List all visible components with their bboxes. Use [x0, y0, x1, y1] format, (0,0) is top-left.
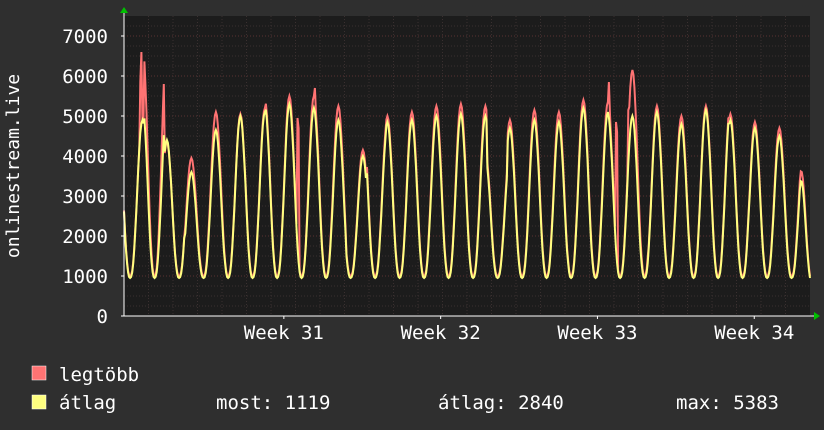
y-axis: 0 1000 2000 3000 4000 5000 6000 7000 [62, 26, 124, 328]
y-axis-arrow-icon [120, 7, 128, 13]
legend-label-legtobb: legtöbb [59, 364, 139, 386]
y-tick-label: 4000 [62, 146, 108, 168]
y-tick-label: 6000 [62, 66, 108, 88]
legend-swatch-atlag [31, 394, 47, 410]
x-tick-label: Week 31 [244, 322, 324, 344]
y-axis-label: onlinestream.live [3, 74, 24, 258]
y-tick-label: 0 [97, 306, 108, 328]
stat-atlag: átlag: 2840 [438, 392, 564, 414]
legend: legtöbb átlag [31, 364, 139, 414]
legend-swatch-legtobb [31, 365, 47, 381]
x-axis: Week 31 Week 32 Week 33 Week 34 [244, 316, 794, 344]
legend-label-atlag: átlag [59, 392, 116, 414]
y-tick-label: 1000 [62, 266, 108, 288]
y-tick-label: 5000 [62, 106, 108, 128]
x-tick-label: Week 32 [401, 322, 481, 344]
stat-max: max: 5383 [676, 392, 779, 414]
x-tick-label: Week 34 [714, 322, 794, 344]
y-tick-label: 3000 [62, 186, 108, 208]
x-axis-arrow-icon [814, 312, 820, 320]
x-tick-label: Week 33 [557, 322, 637, 344]
stat-most: most: 1119 [216, 392, 330, 414]
chart: 01000200030004000500060007000 Week 31 Wee… [3, 7, 820, 414]
y-tick-label: 2000 [62, 226, 108, 248]
y-tick-label: 7000 [62, 26, 108, 48]
